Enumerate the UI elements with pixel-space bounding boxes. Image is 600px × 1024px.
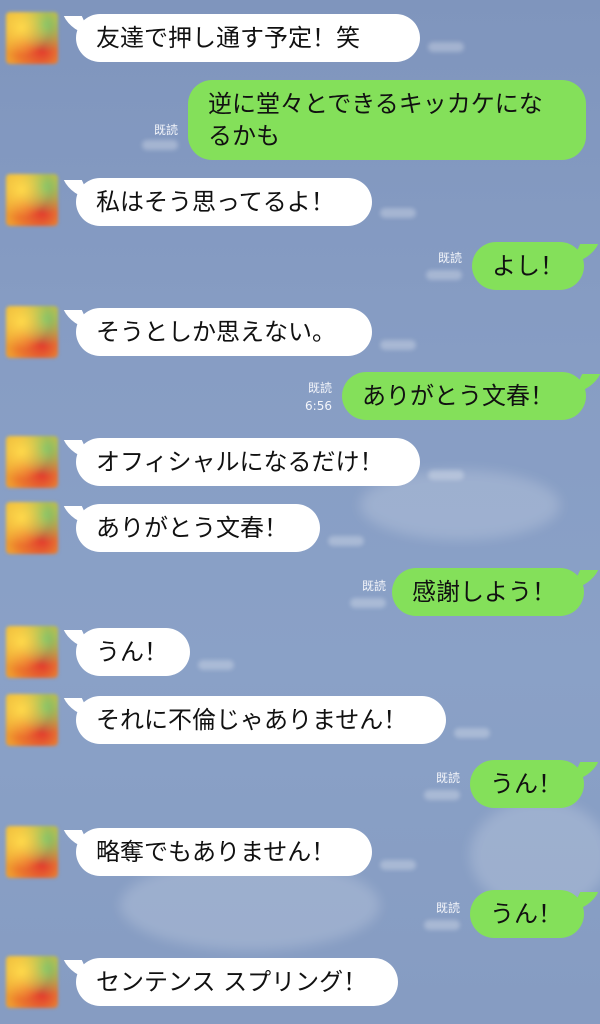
read-receipt: 既読 [153,123,178,137]
message-time [426,270,462,280]
incoming-message-bubble[interactable]: 私はそう思ってるよ！ [76,178,372,226]
outgoing-message-bubble[interactable]: うん！ [470,890,584,938]
contact-avatar[interactable] [6,826,58,878]
message-time [454,728,490,738]
contact-avatar[interactable] [6,626,58,678]
contact-avatar[interactable] [6,174,58,226]
message-time [350,598,386,608]
message-time [328,536,364,546]
incoming-message-bubble[interactable]: 略奪でもありません！ [76,828,372,876]
contact-avatar[interactable] [6,956,58,1008]
bubble-tail [573,374,600,392]
message-time [380,860,416,870]
read-receipt: 既読 [435,771,460,785]
contact-avatar[interactable] [6,306,58,358]
message-time [380,208,416,218]
message-time [424,790,460,800]
contact-avatar[interactable] [6,502,58,554]
incoming-message-bubble[interactable]: ありがとう文春！ [76,504,320,552]
message-time [424,920,460,930]
message-time: 6:56 [305,399,332,413]
incoming-message-bubble[interactable]: オフィシャルになるだけ！ [76,438,420,486]
read-receipt: 既読 [361,579,386,593]
message-time [142,140,178,150]
outgoing-message-bubble[interactable]: 逆に堂々とできるキッカケになるかも [188,80,586,160]
read-receipt: 既読 [435,901,460,915]
message-time [428,42,464,52]
outgoing-message-bubble[interactable]: よし！ [472,242,584,290]
outgoing-message-bubble[interactable]: うん！ [470,760,584,808]
contact-avatar[interactable] [6,12,58,64]
read-receipt: 既読 [437,251,462,265]
message-time [380,340,416,350]
outgoing-message-bubble[interactable]: 感謝しよう！ [392,568,584,616]
bubble-tail [571,570,599,588]
incoming-message-bubble[interactable]: センテンス スプリング！ [76,958,398,1006]
read-receipt: 既読 [307,381,332,395]
message-time [198,660,234,670]
contact-avatar[interactable] [6,694,58,746]
bubble-tail [571,244,599,262]
incoming-message-bubble[interactable]: うん！ [76,628,190,676]
bubble-tail [571,762,599,780]
incoming-message-bubble[interactable]: それに不倫じゃありません！ [76,696,446,744]
incoming-message-bubble[interactable]: そうとしか思えない。 [76,308,372,356]
incoming-message-bubble[interactable]: 友達で押し通す予定！笑 [76,14,420,62]
chat-screen[interactable]: 友達で押し通す予定！笑 既読 逆に堂々とできるキッカケになるかも 私はそう思って… [0,0,600,1024]
contact-avatar[interactable] [6,436,58,488]
outgoing-message-bubble[interactable]: ありがとう文春！ [342,372,586,420]
message-time [428,470,464,480]
